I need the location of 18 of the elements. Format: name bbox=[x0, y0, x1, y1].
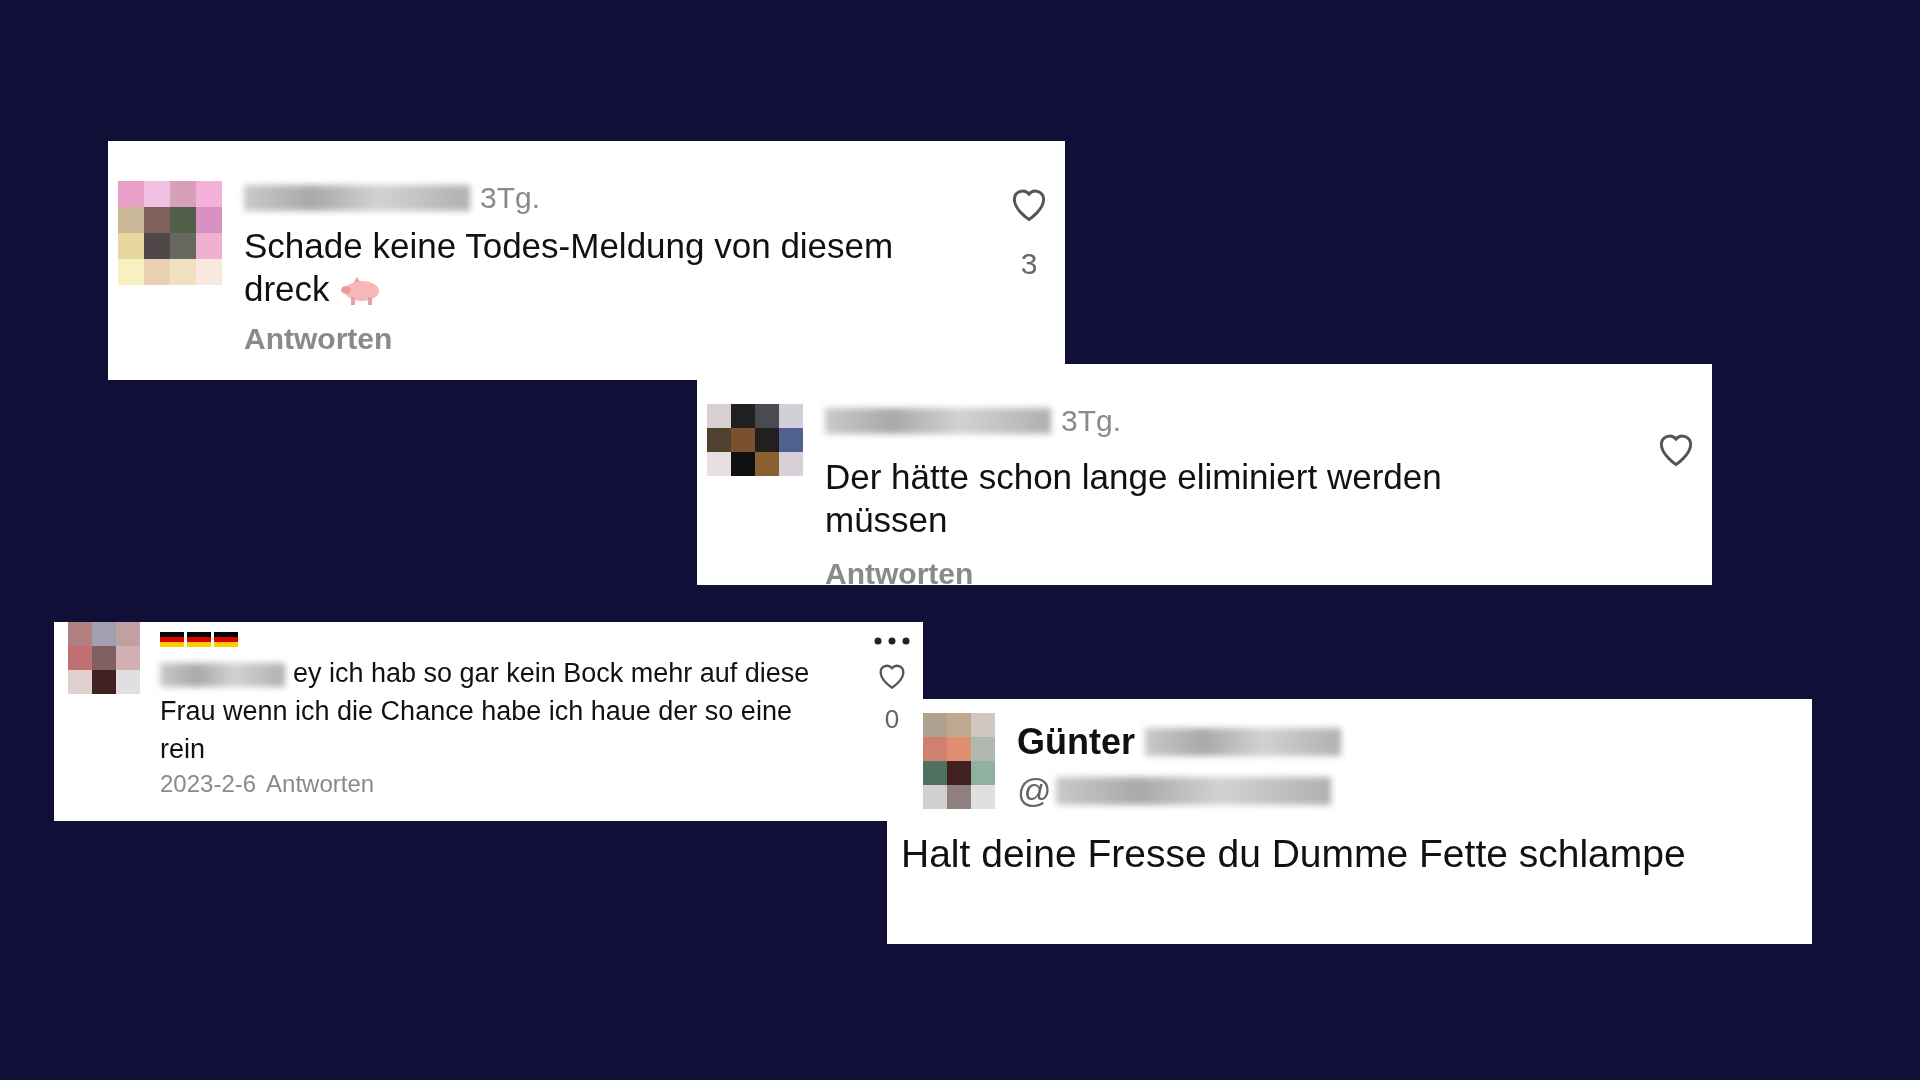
flag-icon bbox=[214, 632, 238, 647]
reply-link[interactable]: Antworten bbox=[244, 322, 393, 357]
author-handle: @ bbox=[1017, 771, 1052, 810]
flag-icon bbox=[187, 632, 211, 647]
comment-text: ey ich hab so gar kein Bock mehr auf diese Frau wenn ich die Chance habe ich haue der so eine rein bbox=[160, 657, 811, 766]
flag-icon bbox=[160, 632, 184, 647]
like-count: 0 bbox=[884, 704, 900, 735]
comment-time: 3Tg. bbox=[480, 181, 541, 215]
author-name: Günter bbox=[1017, 721, 1135, 763]
reply-link[interactable]: Antworten bbox=[266, 770, 375, 799]
tweet-text: Halt deine Fresse du Dumme Fette schlampe bbox=[901, 831, 1687, 877]
comment-text: Der hätte schon lange eliminiert werden müssen bbox=[825, 456, 1443, 541]
comment-date: 2023-2-6 bbox=[160, 770, 257, 799]
like-count: 3 bbox=[1020, 247, 1038, 281]
more-icon[interactable] bbox=[873, 636, 911, 646]
comment-time: 3Tg. bbox=[1061, 404, 1122, 438]
comment-text: Schade keine Todes-Meldung von diesem dreck bbox=[244, 225, 895, 310]
reply-link[interactable]: Antworten bbox=[825, 557, 974, 592]
